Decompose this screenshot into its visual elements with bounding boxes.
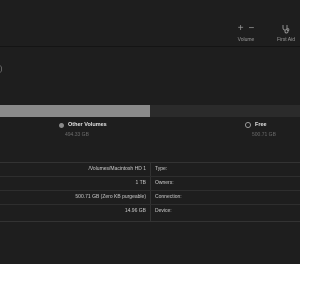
- info-row: 1 TB Owners:: [0, 177, 300, 191]
- stethoscope-icon: [272, 24, 300, 36]
- info-label: Connection:: [155, 194, 182, 200]
- disk-utility-window: + − Volume First Aid ) Other Volumes 494…: [0, 0, 300, 264]
- legend-free: Free 500.71 GB: [245, 122, 276, 138]
- legend-free-name: Free: [255, 122, 267, 128]
- volume-header-fragment: ): [0, 66, 3, 73]
- legend-other-volumes-name: Other Volumes: [68, 122, 107, 128]
- info-label: Type:: [155, 166, 168, 172]
- info-label: Owners:: [155, 180, 174, 186]
- remove-volume-icon[interactable]: −: [247, 24, 255, 34]
- info-row: /Volumes/Macintosh HD 1 Type:: [0, 163, 300, 177]
- legend-free-size: 500.71 GB: [252, 132, 276, 138]
- legend-other-volumes: Other Volumes 494.33 GB: [59, 122, 107, 138]
- usage-bar-other-volumes: [0, 105, 150, 117]
- info-value: 1 TB: [135, 180, 146, 186]
- volume-label: Volume: [237, 37, 255, 43]
- other-volumes-dot-icon: [59, 122, 64, 128]
- info-value: 14.96 GB: [124, 208, 146, 214]
- first-aid-button[interactable]: First Aid: [272, 24, 300, 44]
- toolbar: + − Volume First Aid: [0, 0, 300, 47]
- volume-button[interactable]: + − Volume: [231, 24, 261, 44]
- first-aid-label: First Aid: [276, 37, 296, 43]
- info-row: 14.96 GB Device:: [0, 205, 300, 219]
- volume-info-table: /Volumes/Macintosh HD 1 Type: 1 TB Owner…: [0, 162, 300, 222]
- info-label: Device:: [155, 208, 172, 214]
- info-value: /Volumes/Macintosh HD 1: [88, 166, 146, 172]
- usage-bar-free: [150, 105, 300, 117]
- disk-usage-bar: [0, 105, 300, 117]
- add-volume-icon[interactable]: +: [237, 24, 245, 34]
- info-row: 500.71 GB (Zero KB purgeable) Connection…: [0, 191, 300, 205]
- legend-other-volumes-size: 494.33 GB: [65, 132, 89, 138]
- free-dot-icon: [245, 122, 251, 128]
- info-value: 500.71 GB (Zero KB purgeable): [75, 194, 146, 200]
